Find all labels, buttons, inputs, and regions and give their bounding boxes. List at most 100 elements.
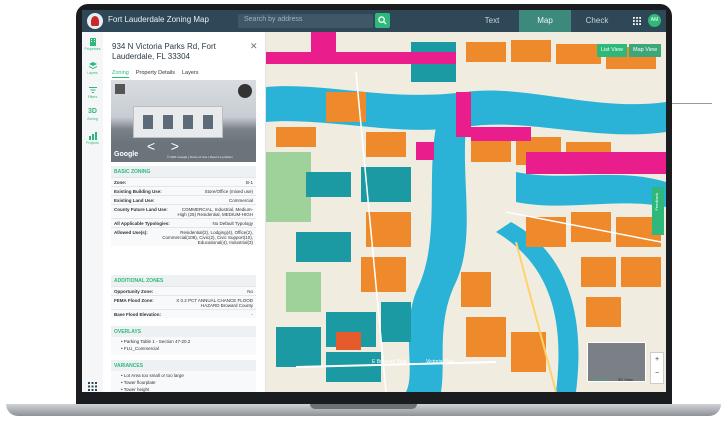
list-item-text: FLU_Commercial: [123, 346, 159, 351]
basic-zoning-section: BASIC ZONING Zone: B-1 Existing Building …: [111, 166, 256, 246]
street-view-copyright: © 2021 Google | Terms of Use | Report a …: [167, 155, 233, 159]
list-item: • Parking Table 1 - Section 47-20.2: [121, 339, 191, 344]
sv-window: [203, 115, 213, 129]
google-logo: Google: [114, 151, 139, 158]
row-key: County Future Land Use:: [114, 206, 168, 212]
rail-item-filters[interactable]: Filters: [82, 86, 103, 106]
rail-label: Projects: [86, 141, 99, 145]
street-view-arrows-icon[interactable]: < >: [147, 138, 179, 154]
map-view-button[interactable]: Map View: [629, 44, 662, 57]
row-value: B-1: [245, 179, 253, 185]
apps-grid-icon[interactable]: [88, 382, 97, 391]
rail-label: Filters: [87, 95, 98, 99]
overlays-section: OVERLAYS • Parking Table 1 - Section 47-…: [111, 326, 256, 355]
road-label: Victoria Park: [426, 359, 455, 365]
top-bar: Fort Lauderdale Zoning Map Search by add…: [82, 10, 666, 32]
list-item-text: Parking Table 1 - Section 47-20.2: [123, 339, 191, 344]
rail-label: Zoning: [87, 117, 98, 121]
sv-window: [183, 115, 193, 129]
section-heading: OVERLAYS: [114, 329, 142, 335]
app-logo-icon[interactable]: [87, 13, 103, 29]
row-key: Existing Building Use:: [114, 188, 162, 194]
row-value: Residential(2), Lodging(4), Office(2), C…: [162, 229, 253, 245]
rail-item-layers[interactable]: Layers: [82, 62, 103, 82]
panel-tab-property-details[interactable]: Property Details: [136, 70, 175, 76]
tab-text[interactable]: Text: [466, 10, 518, 32]
3d-view-tab[interactable]: 3D View: [618, 377, 633, 382]
street-view-image[interactable]: < > Google © 2021 Google | Terms of Use …: [111, 80, 256, 162]
list-item: • FLU_Commercial: [121, 346, 159, 351]
projects-icon: [88, 132, 97, 140]
2d-view-tab[interactable]: 2D View: [591, 377, 606, 382]
street-view-toggle-icon[interactable]: [115, 84, 125, 94]
panel-tabs: Zoning Property Details Layers: [112, 70, 205, 78]
row-key: Allowed Use(s):: [114, 229, 148, 235]
section-heading: VARIANCES: [114, 363, 144, 369]
laptop-notch: [310, 404, 417, 409]
list-view-button[interactable]: List View: [597, 44, 627, 57]
property-address: 934 N Victoria Parks Rd, Fort Lauderdale…: [112, 42, 216, 61]
layers-icon: [88, 62, 97, 69]
row-value: Commercial: [228, 197, 253, 203]
close-icon[interactable]: ✕: [250, 41, 258, 52]
rail-3d-label: 3D: [88, 108, 97, 115]
user-avatar[interactable]: AM: [648, 14, 661, 27]
section-heading: ADDITIONAL ZONES: [114, 278, 164, 284]
sv-window: [143, 115, 153, 129]
zoning-row: County Future Land Use: COMMERCIAL, Indus…: [111, 204, 256, 218]
zoning-row: All Applicable Typologies: No Default Typ…: [111, 218, 256, 227]
list-item: • Tower floorplate: [121, 380, 156, 385]
list-item-text: Tower height: [123, 387, 150, 392]
zoning-row: Existing Land Use: Commercial: [111, 195, 256, 204]
rail-item-3d-zoning[interactable]: 3D Zoning: [82, 108, 103, 128]
tab-map[interactable]: Map: [519, 10, 571, 32]
zoning-map[interactable]: List View Map View E Broward Blvd Victor…: [266, 32, 666, 392]
row-value: X 0.2 PCT ANNUAL CHANCE FLOOD HAZARD Bro…: [176, 297, 253, 308]
minimap[interactable]: [587, 342, 646, 382]
row-value: No: [247, 288, 253, 294]
variance-list: • Lot Area too small or too large • Towe…: [111, 371, 256, 392]
app-screen: Fort Lauderdale Zoning Map Search by add…: [82, 10, 666, 392]
row-key: Zone:: [114, 179, 127, 185]
rail-item-projects[interactable]: Projects: [82, 132, 103, 152]
property-panel: 934 N Victoria Parks Rd, Fort Lauderdale…: [103, 32, 266, 392]
panel-tab-zoning[interactable]: Zoning: [112, 70, 129, 78]
list-item-text: Tower floorplate: [123, 380, 156, 385]
rail-label: Layers: [87, 71, 98, 75]
app-title: Fort Lauderdale Zoning Map: [108, 15, 209, 24]
zoom-in-icon[interactable]: +: [651, 353, 663, 367]
apps-grid-icon[interactable]: [633, 17, 641, 25]
row-value: COMMERCIAL, Industrial, Medium-High (25)…: [177, 206, 253, 217]
left-rail: Properties Layers Filters 3D Zoning Proj…: [82, 32, 104, 392]
row-key: Existing Land Use:: [114, 197, 155, 203]
search-icon: [378, 16, 387, 25]
row-value: Store/Office (mixed use): [204, 188, 253, 194]
zoning-row: Existing Building Use: Store/Office (mixe…: [111, 186, 256, 195]
overlay-list: • Parking Table 1 - Section 47-20.2 • FL…: [111, 337, 256, 355]
feedback-tab[interactable]: Feedback: [652, 187, 664, 235]
row-key: Base Flood Elevation:: [114, 311, 162, 317]
zoning-row: Allowed Use(s): Residential(2), Lodging(4…: [111, 227, 256, 246]
zoom-out-icon[interactable]: −: [651, 367, 663, 381]
rail-label: Properties: [84, 47, 101, 51]
search-button[interactable]: [375, 13, 390, 28]
panel-tab-layers[interactable]: Layers: [182, 70, 199, 76]
zoom-control[interactable]: + −: [650, 352, 664, 384]
building-icon: [89, 38, 96, 46]
road-label: E Broward Blvd: [372, 359, 407, 365]
search-placeholder: Search by address: [244, 16, 303, 23]
zoning-row: Opportunity Zone: No: [111, 286, 256, 295]
rail-item-properties[interactable]: Properties: [82, 38, 103, 58]
list-item-text: Lot Area too small or too large: [123, 373, 184, 378]
tab-check[interactable]: Check: [571, 10, 623, 32]
address-search-input[interactable]: Search by address: [238, 14, 373, 28]
zoning-row: Base Flood Elevation: -: [111, 309, 256, 318]
map-canvas[interactable]: [266, 32, 666, 392]
variances-section: VARIANCES • Lot Area too small or too la…: [111, 360, 256, 392]
section-heading: BASIC ZONING: [114, 169, 151, 175]
row-value: -: [251, 311, 254, 317]
street-view-fullscreen-icon[interactable]: [238, 84, 252, 98]
list-item: • Tower height: [121, 387, 150, 392]
row-value: No Default Typology: [212, 220, 253, 226]
additional-zones-section: ADDITIONAL ZONES Opportunity Zone: No FEM…: [111, 275, 256, 318]
